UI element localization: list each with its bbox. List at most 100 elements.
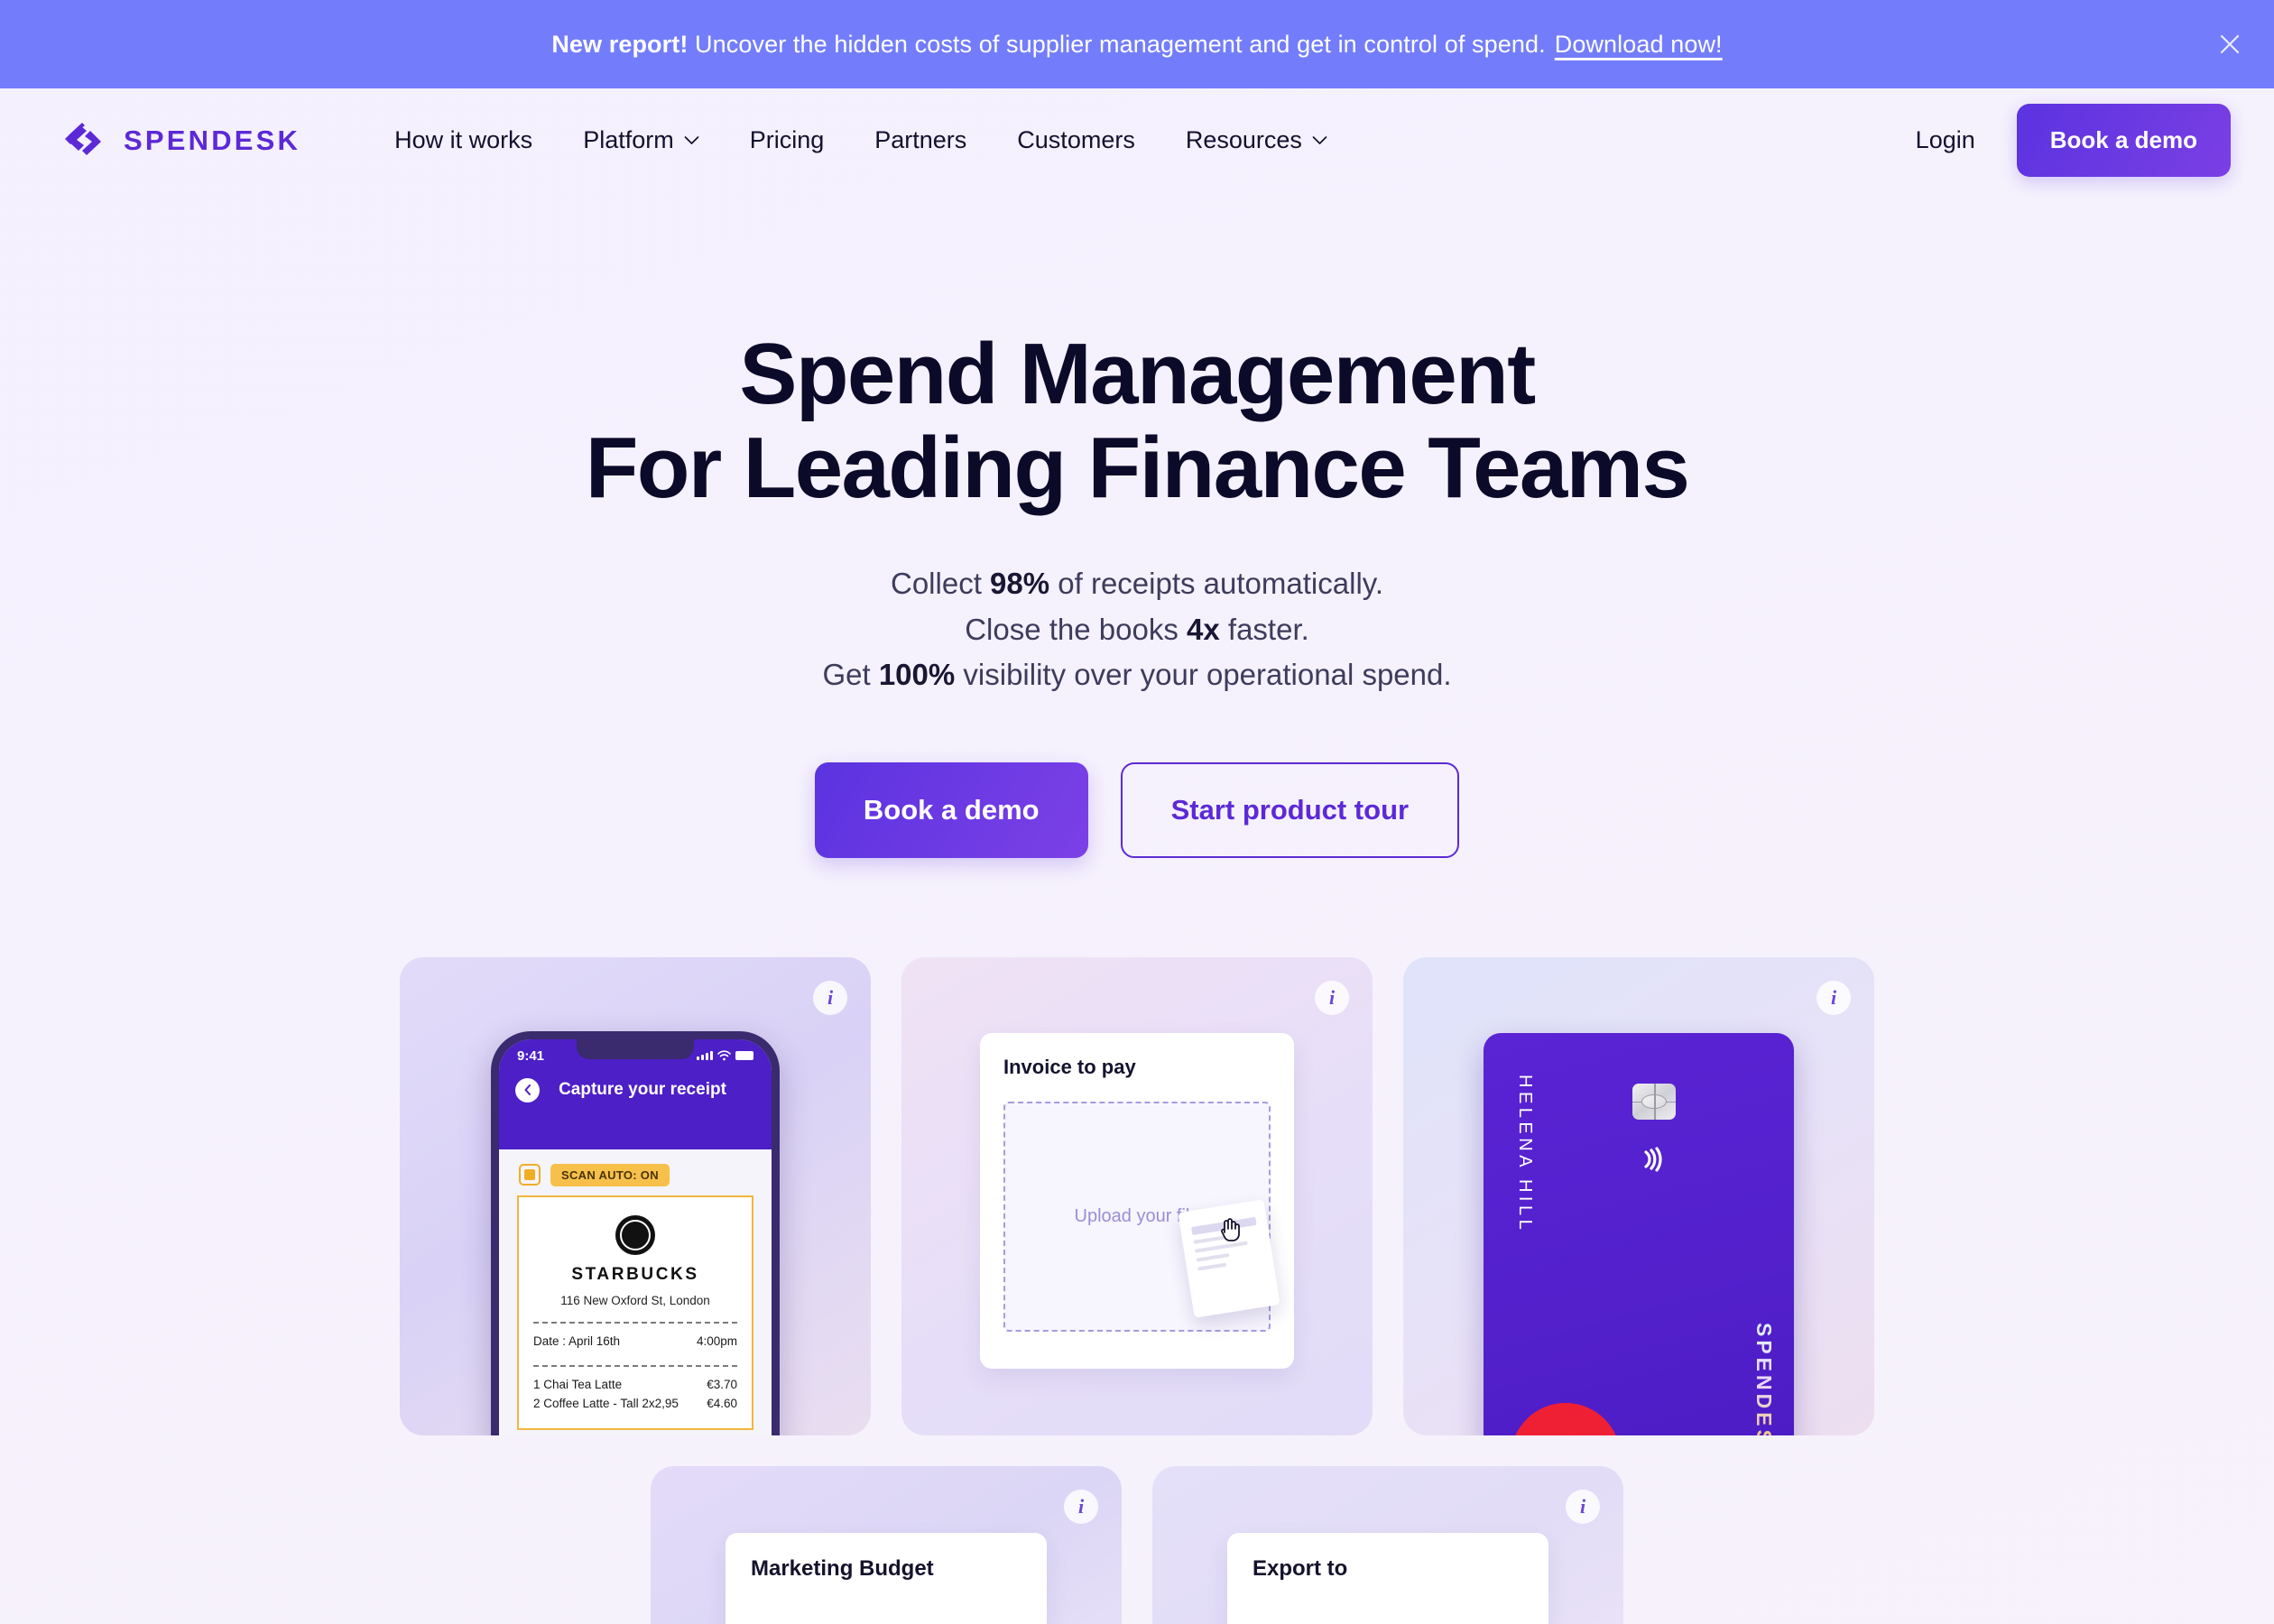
spendesk-logo-icon	[65, 122, 101, 155]
site-header: SPENDESK How it works Platform Pricing P…	[0, 88, 2274, 192]
info-icon[interactable]: i	[1566, 1489, 1600, 1524]
feature-card-invoice-to-pay[interactable]: i Invoice to pay Upload your file	[901, 956, 1373, 1435]
feature-cards-row-2: i Marketing Budget i Export to	[0, 1465, 2274, 1624]
announcement-text: New report! Uncover the hidden costs of …	[551, 31, 1722, 59]
phone-notch	[577, 1038, 694, 1059]
hero-subtitle: Collect 98% of receipts automatically. C…	[0, 561, 2274, 697]
login-link[interactable]: Login	[1916, 126, 1975, 154]
info-icon[interactable]: i	[813, 980, 847, 1015]
file-dropzone[interactable]: Upload your file	[1003, 1101, 1280, 1332]
chevron-down-icon	[1312, 136, 1327, 144]
receipt-divider	[533, 1321, 737, 1324]
hero-sub-3a: Get	[822, 657, 879, 691]
budget-mockup: Marketing Budget	[726, 1532, 1047, 1624]
signal-icon	[697, 1051, 713, 1061]
back-icon[interactable]	[515, 1077, 540, 1103]
receipt-date-row: Date : April 16th 4:00pm	[533, 1332, 737, 1351]
nav-item-partners[interactable]: Partners	[849, 117, 992, 163]
battery-icon	[735, 1051, 753, 1061]
receipt-address: 116 New Oxford St, London	[560, 1293, 710, 1307]
budget-title: Marketing Budget	[751, 1555, 934, 1581]
scan-status-row: SCAN AUTO: ON	[499, 1149, 772, 1195]
nav-item-how-it-works[interactable]: How it works	[369, 117, 558, 163]
brand-logo[interactable]: SPENDESK	[63, 121, 300, 161]
receipt-item-row: 2 Coffee Latte - Tall 2x2,95 €4.60	[533, 1394, 737, 1413]
hero-cta-row: Book a demo Start product tour	[0, 761, 2274, 858]
chevron-down-icon	[684, 136, 699, 144]
hero-sub-line-3: Get 100% visibility over your operationa…	[0, 652, 2274, 697]
feature-card-marketing-budget[interactable]: i Marketing Budget	[651, 1465, 1122, 1624]
feature-card-export-to[interactable]: i Export to	[1152, 1465, 1623, 1624]
export-mockup: Export to	[1227, 1532, 1548, 1624]
book-a-demo-button[interactable]: Book a demo	[814, 761, 1088, 858]
feature-card-payment-card[interactable]: i HELENA HILL SPENDESK	[1403, 956, 1874, 1435]
start-product-tour-button[interactable]: Start product tour	[1120, 761, 1460, 858]
nav-item-customers[interactable]: Customers	[992, 117, 1160, 163]
card-holder-name: HELENA HILL	[1515, 1074, 1535, 1234]
doc-line	[1196, 1252, 1231, 1262]
nav-label: Resources	[1185, 126, 1302, 153]
hero-sub-2a: Close the books	[965, 612, 1188, 646]
brand-name: SPENDESK	[124, 124, 301, 156]
card-brand-name: SPENDESK	[1752, 1323, 1776, 1435]
receipt-date-time: 4:00pm	[696, 1333, 737, 1348]
phone-topbar: 9:41 Capture your receipt	[499, 1038, 772, 1149]
receipt-item-price: €4.60	[707, 1396, 737, 1410]
nav-item-resources[interactable]: Resources	[1160, 117, 1353, 163]
hero-stat-100: 100%	[878, 657, 956, 691]
receipt-item-row: 1 Chai Tea Latte €3.70	[533, 1375, 737, 1394]
phone-mockup: 9:41 Capture your receipt SCAN AUTO: ON …	[491, 1030, 780, 1435]
page-title-line-1: Spend Management	[739, 326, 1536, 422]
close-icon[interactable]	[2209, 23, 2251, 65]
info-icon[interactable]: i	[1315, 980, 1349, 1015]
doc-line	[1197, 1262, 1226, 1271]
download-now-link[interactable]: Download now!	[1555, 31, 1723, 58]
hero-stat-4x: 4x	[1187, 612, 1220, 646]
hero-sub-1c: of receipts automatically.	[1049, 567, 1383, 601]
wifi-icon	[717, 1050, 731, 1061]
hero-sub-line-2: Close the books 4x faster.	[0, 607, 2274, 652]
phone-screen: 9:41 Capture your receipt SCAN AUTO: ON …	[499, 1038, 772, 1435]
announcement-banner: New report! Uncover the hidden costs of …	[0, 0, 2274, 88]
hero-sub-3c: visibility over your operational spend.	[955, 657, 1452, 691]
nav-label: Customers	[1017, 126, 1135, 153]
nav-item-pricing[interactable]: Pricing	[725, 117, 850, 163]
feature-card-receipt-capture[interactable]: i 9:41 Capture your receipt SCAN AUTO: O…	[400, 956, 871, 1435]
receipt-divider-2	[533, 1364, 737, 1367]
receipt-item-name: 2 Coffee Latte - Tall 2x2,95	[533, 1396, 679, 1410]
header-actions: Login Book a demo	[1916, 104, 2231, 177]
main-nav: How it works Platform Pricing Partners C…	[369, 117, 1916, 163]
nav-label: How it works	[394, 126, 533, 153]
invoice-mockup: Invoice to pay Upload your file	[980, 1032, 1294, 1369]
feature-cards-row-1: i 9:41 Capture your receipt SCAN AUTO: O…	[0, 956, 2274, 1435]
invoice-title: Invoice to pay	[1003, 1055, 1136, 1078]
emv-chip-icon	[1632, 1083, 1676, 1120]
phone-status-icons	[697, 1050, 753, 1061]
nav-label: Platform	[583, 126, 674, 153]
info-icon[interactable]: i	[1064, 1489, 1098, 1524]
export-title: Export to	[1253, 1555, 1348, 1581]
page-title-line-2: For Leading Finance Teams	[585, 419, 1690, 516]
receipt-date-label: Date : April 16th	[533, 1333, 621, 1348]
phone-screen-title: Capture your receipt	[559, 1080, 726, 1100]
receipt-item-name: 1 Chai Tea Latte	[533, 1377, 623, 1391]
phone-header-row: Capture your receipt	[499, 1064, 772, 1103]
hero-sub-line-1: Collect 98% of receipts automatically.	[0, 561, 2274, 606]
scan-auto-badge: SCAN AUTO: ON	[550, 1163, 670, 1186]
nav-item-platform[interactable]: Platform	[558, 117, 725, 163]
page-title: Spend Management For Leading Finance Tea…	[0, 328, 2274, 514]
hero-sub-1a: Collect	[891, 567, 991, 601]
nav-label: Partners	[874, 126, 967, 153]
scan-icon	[519, 1164, 541, 1186]
starbucks-logo-icon	[615, 1214, 655, 1255]
grab-cursor-icon	[1221, 1217, 1240, 1241]
info-icon[interactable]: i	[1816, 980, 1851, 1015]
announcement-body: Uncover the hidden costs of supplier man…	[688, 30, 1546, 58]
hero-section: Spend Management For Leading Finance Tea…	[0, 192, 2274, 858]
receipt-merchant: STARBUCKS	[571, 1264, 699, 1284]
hero-sub-2c: faster.	[1219, 612, 1309, 646]
phone-time: 9:41	[517, 1047, 545, 1064]
card-accent-dot	[1511, 1402, 1621, 1435]
book-a-demo-button-header[interactable]: Book a demo	[2016, 104, 2231, 177]
nav-label: Pricing	[749, 126, 825, 153]
